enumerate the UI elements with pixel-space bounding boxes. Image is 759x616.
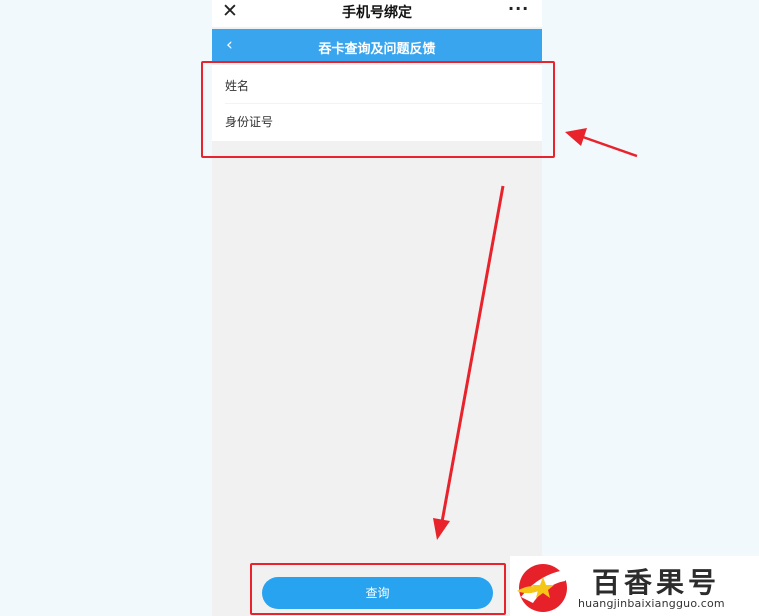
- watermark-title: 百香果号: [592, 566, 721, 599]
- annotation-arrows: [433, 128, 638, 540]
- watermark-url: huangjinbaixiangguo.com: [578, 597, 725, 610]
- arrow-to-form: [565, 128, 638, 158]
- watermark-logo: 百香果号 huangjinbaixiangguo.com: [510, 556, 759, 616]
- passion-fruit-logo-icon: [517, 564, 571, 612]
- arrow-to-button: [433, 185, 505, 540]
